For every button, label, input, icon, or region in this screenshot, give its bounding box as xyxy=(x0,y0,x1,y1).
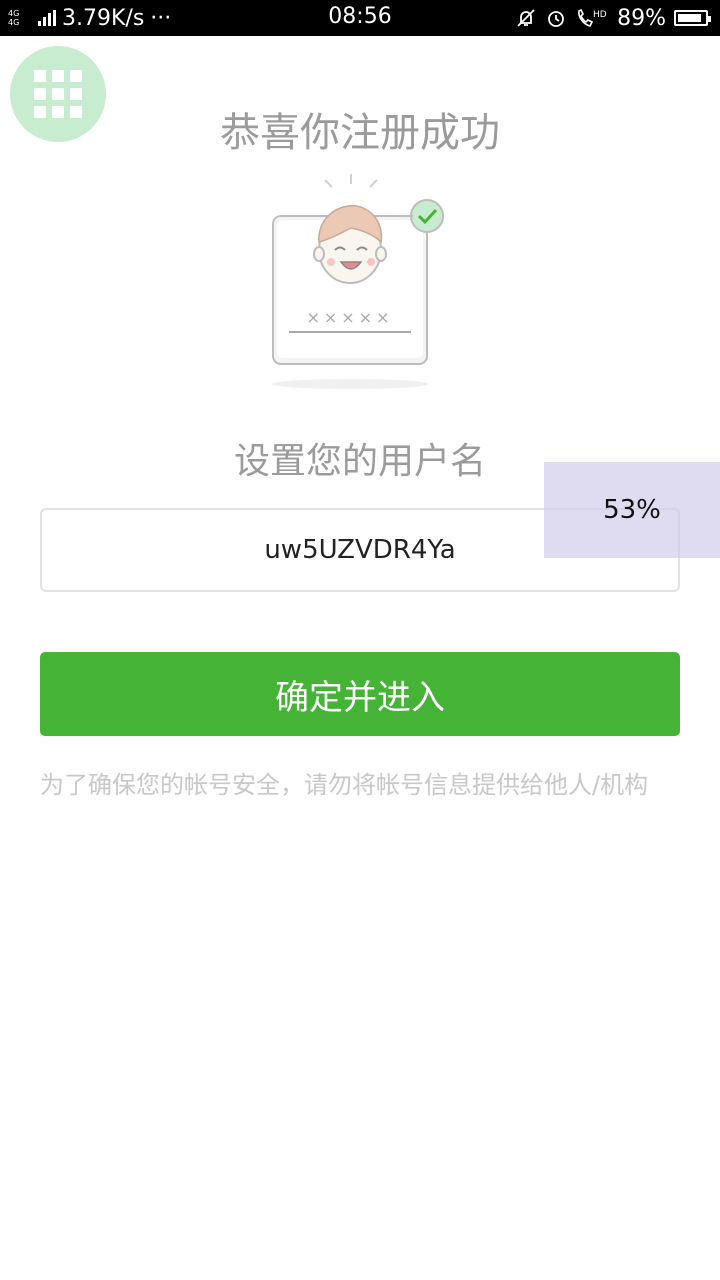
battery-icon xyxy=(674,10,711,26)
mute-bell-icon xyxy=(517,9,535,27)
progress-overlay: 53% xyxy=(544,462,720,558)
confirm-enter-button[interactable]: 确定并进入 xyxy=(40,652,680,736)
status-bar: 4G 4G 3.79K/s ··· 08:56 HD 89% xyxy=(0,0,720,36)
registration-success-illustration: ××××× xyxy=(272,174,444,389)
svg-text:HD: HD xyxy=(593,10,607,20)
progress-overlay-label: 53% xyxy=(603,495,661,525)
hd-call-icon: HD xyxy=(578,8,607,27)
password-mask-text: ××××× xyxy=(306,308,393,327)
battery-percent: 89% xyxy=(617,5,666,31)
status-bar-right: HD 89% xyxy=(515,4,711,32)
alarm-icon xyxy=(548,11,564,27)
page-title: 恭喜你注册成功 xyxy=(220,110,500,156)
security-notice: 为了确保您的帐号安全，请勿将帐号信息提供给他人/机构 xyxy=(40,771,649,799)
